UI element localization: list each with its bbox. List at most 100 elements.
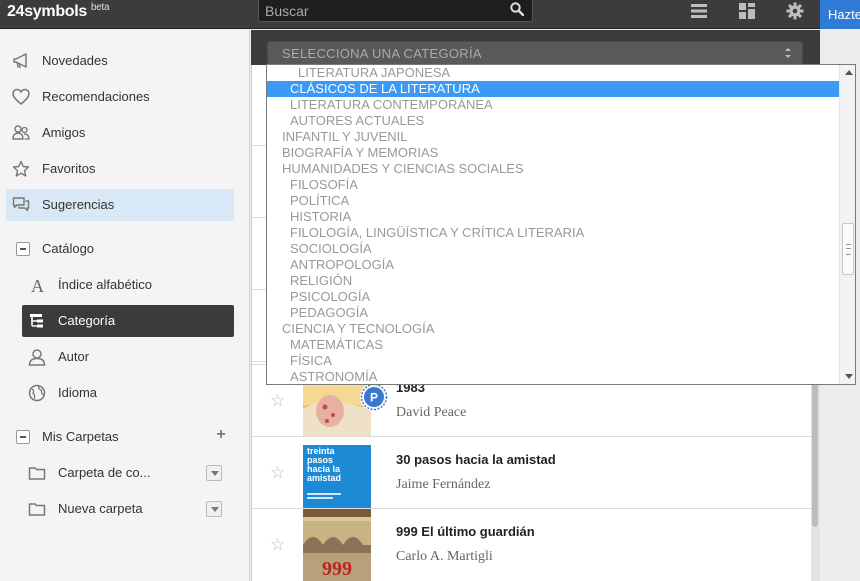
dropdown-option[interactable]: ANTROPOLOGÍA (267, 257, 839, 273)
sidebar-item-label: Idioma (58, 385, 98, 400)
sidebar-item-categoria[interactable]: Categoría (22, 305, 234, 337)
folder-item[interactable]: Carpeta de co... (22, 457, 234, 489)
dropdown-option[interactable]: POLÍTICA (267, 193, 839, 209)
beta-label: beta (91, 2, 110, 13)
sidebar-item-label: Novedades (42, 53, 108, 68)
collapse-toggle-icon[interactable] (16, 430, 30, 444)
dropdown-scrollbar[interactable] (839, 65, 855, 384)
dropdown-option[interactable]: MATEMÁTICAS (267, 337, 839, 353)
sidebar-item-label: Recomendaciones (42, 89, 150, 104)
sidebar-item-label: Sugerencias (42, 197, 115, 212)
sidebar-item-label: Índice alfabético (58, 277, 152, 292)
cover-title: 999 (322, 558, 352, 580)
catalog-section-header[interactable]: Catálogo (6, 233, 234, 265)
favorite-star-icon[interactable]: ☆ (270, 465, 285, 482)
svg-text:P: P (370, 391, 378, 405)
grid-view-icon[interactable] (738, 2, 756, 20)
tree-icon (30, 314, 43, 328)
alphabet-icon: A (31, 276, 44, 294)
category-header: SELECCIONA UNA CATEGORÍA (251, 30, 820, 65)
folder-menu-button[interactable] (206, 465, 222, 481)
favorite-star-icon[interactable]: ☆ (270, 393, 285, 410)
add-folder-icon[interactable]: + (214, 427, 228, 443)
sidebar-item-label: Favoritos (42, 161, 96, 176)
scroll-down-icon[interactable] (845, 374, 853, 379)
sidebar-item-sugerencias[interactable]: Sugerencias (6, 189, 234, 221)
premium-badge-icon: P (360, 383, 388, 411)
globe-icon (28, 384, 46, 402)
gear-icon[interactable] (786, 2, 804, 20)
book-title[interactable]: 30 pasos hacia la amistad (396, 452, 556, 467)
book-row[interactable]: ☆ treinta pasos hacia la amistad 30 paso… (252, 436, 812, 509)
logo-text: 24symbols (7, 3, 88, 20)
folders-section-header[interactable]: Mis Carpetas + (6, 421, 234, 453)
dropdown-option[interactable]: FÍSICA (267, 353, 839, 369)
dropdown-option[interactable]: HUMANIDADES Y CIENCIAS SOCIALES (267, 161, 839, 177)
dropdown-option[interactable]: PEDAGOGÍA (267, 305, 839, 321)
folder-label: Nueva carpeta (58, 501, 143, 516)
search-box (258, 0, 533, 22)
sidebar-item-recomendaciones[interactable]: Recomendaciones (6, 81, 234, 113)
dropdown-option[interactable]: PSICOLOGÍA (267, 289, 839, 305)
sidebar-item-autor[interactable]: Autor (22, 341, 234, 373)
dropdown-option[interactable]: BIOGRAFÍA Y MEMORIAS (267, 145, 839, 161)
dropdown-option[interactable]: RELIGIÓN (267, 273, 839, 289)
dropdown-scrollbar-thumb[interactable] (842, 223, 854, 275)
svg-text:A: A (31, 276, 44, 294)
book-row[interactable]: ☆ 999 999 El último guardián Carlo A. Ma… (252, 508, 812, 581)
folders-label: Mis Carpetas (42, 429, 119, 444)
favorite-star-icon[interactable]: ☆ (270, 537, 285, 554)
folder-menu-button[interactable] (206, 501, 222, 517)
sidebar-item-novedades[interactable]: Novedades (6, 45, 234, 77)
signup-button[interactable]: Hazte (820, 0, 860, 29)
select-arrows-icon (785, 48, 791, 58)
sidebar-item-indice-alfabetico[interactable]: A Índice alfabético (22, 269, 234, 301)
catalog-label: Catálogo (42, 241, 95, 256)
dropdown-option[interactable]: FILOSOFÍA (267, 177, 839, 193)
dropdown-option[interactable]: HISTORIA (267, 209, 839, 225)
search-icon[interactable] (510, 2, 524, 16)
dropdown-option[interactable]: FILOLOGÍA, LINGÜÍSTICA Y CRÍTICA LITERAR… (267, 225, 839, 241)
speech-bubble-icon (12, 197, 30, 212)
folder-icon (28, 467, 46, 480)
category-select-label: SELECCIONA UNA CATEGORÍA (282, 46, 482, 61)
sidebar: Novedades Recomendaciones Amigos Favorit… (0, 30, 250, 581)
star-icon (12, 160, 30, 177)
book-cover[interactable]: 999 (303, 509, 371, 581)
cover-title: treinta pasos hacia la amistad (307, 447, 342, 483)
book-author[interactable]: Jaime Fernández (396, 477, 490, 493)
megaphone-icon (13, 53, 27, 68)
book-title[interactable]: 999 El último guardián (396, 524, 535, 539)
list-view-icon[interactable] (690, 2, 708, 20)
sidebar-item-idioma[interactable]: Idioma (22, 377, 234, 409)
sidebar-item-label: Amigos (42, 125, 86, 140)
scroll-up-icon[interactable] (845, 70, 853, 75)
sidebar-item-label: Categoría (58, 313, 116, 328)
book-author[interactable]: Carlo A. Martigli (396, 549, 493, 565)
friends-icon (12, 125, 30, 140)
dropdown-option[interactable]: LITERATURA JAPONESA (267, 65, 839, 81)
book-author[interactable]: David Peace (396, 405, 466, 421)
top-bar: 24symbolsbeta Hazte (0, 0, 860, 29)
book-cover[interactable]: treinta pasos hacia la amistad (303, 437, 371, 509)
dropdown-option[interactable]: SOCIOLOGÍA (267, 241, 839, 257)
category-dropdown[interactable]: LITERATURA JAPONESA CLÁSICOS DE LA LITERA… (266, 64, 856, 385)
dropdown-option[interactable]: INFANTIL Y JUVENIL (267, 129, 839, 145)
app-logo[interactable]: 24symbols beta (7, 2, 110, 21)
dropdown-option[interactable]: AUTORES ACTUALES (267, 113, 839, 129)
folder-label: Carpeta de co... (58, 465, 151, 480)
search-input[interactable] (265, 1, 505, 20)
dropdown-option[interactable]: LITERATURA CONTEMPORÁNEA (267, 97, 839, 113)
collapse-toggle-icon[interactable] (16, 242, 30, 256)
dropdown-option[interactable]: ASTRONOMÍA (267, 369, 839, 384)
dropdown-option[interactable]: CLÁSICOS DE LA LITERATURA (267, 81, 839, 97)
sidebar-item-amigos[interactable]: Amigos (6, 117, 234, 149)
dropdown-option[interactable]: CIENCIA Y TECNOLOGÍA (267, 321, 839, 337)
category-select[interactable]: SELECCIONA UNA CATEGORÍA (267, 41, 803, 65)
folder-icon (28, 503, 46, 516)
sidebar-item-favoritos[interactable]: Favoritos (6, 153, 234, 185)
person-icon (28, 349, 46, 366)
heart-icon (12, 88, 30, 105)
sidebar-item-label: Autor (58, 349, 90, 364)
folder-item[interactable]: Nueva carpeta (22, 493, 234, 525)
